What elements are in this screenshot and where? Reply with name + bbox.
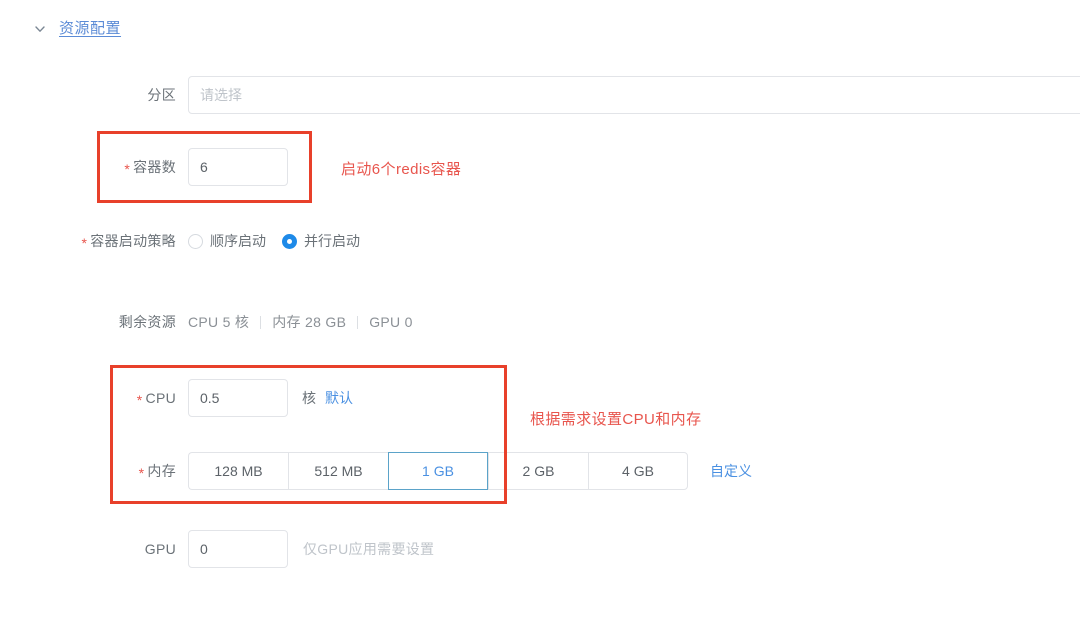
chevron-down-icon[interactable] (34, 23, 46, 35)
radio-option-sequential[interactable]: 顺序启动 (188, 231, 266, 251)
memory-option-512mb[interactable]: 512 MB (288, 452, 388, 490)
required-asterisk-container-count: * (124, 161, 131, 177)
form-row-remaining-resources: 剩余资源 CPU 5 核 内存 28 GB GPU 0 (30, 312, 413, 332)
cpu-label-text: CPU (145, 390, 176, 406)
memory-label-text: 内存 (147, 463, 176, 479)
cpu-unit-label: 核 (302, 390, 316, 406)
form-row-gpu: GPU 仅GPU应用需要设置 (30, 530, 434, 568)
partition-select-input[interactable] (188, 76, 1080, 114)
memory-option-2gb[interactable]: 2 GB (488, 452, 588, 490)
section-header-resource-config[interactable]: 资源配置 (34, 17, 121, 38)
memory-option-4gb[interactable]: 4 GB (588, 452, 688, 490)
memory-option-1gb[interactable]: 1 GB (388, 452, 488, 490)
form-row-memory: * 内存 128 MB 512 MB 1 GB 2 GB 4 GB 自定义 (30, 452, 752, 490)
start-policy-label-text: 容器启动策略 (90, 233, 176, 249)
cpu-input[interactable] (188, 379, 288, 417)
partition-label: 分区 (147, 87, 176, 103)
remaining-resources-values: CPU 5 核 内存 28 GB GPU 0 (188, 312, 413, 332)
start-policy-label: * 容器启动策略 (30, 231, 188, 251)
memory-segmented-group: 128 MB 512 MB 1 GB 2 GB 4 GB (188, 452, 688, 490)
radio-label-sequential: 顺序启动 (210, 233, 266, 249)
memory-custom-link[interactable]: 自定义 (710, 461, 752, 481)
remaining-memory: 内存 28 GB (272, 314, 347, 330)
container-count-label-text: 容器数 (133, 159, 176, 175)
annotation-text-container-count: 启动6个redis容器 (341, 161, 462, 178)
annotation-text-cpu-memory: 根据需求设置CPU和内存 (530, 411, 702, 428)
radio-dot-parallel[interactable] (282, 233, 297, 249)
radio-option-parallel[interactable]: 并行启动 (282, 231, 360, 251)
section-title[interactable]: 资源配置 (59, 17, 121, 38)
remaining-gpu: GPU 0 (369, 314, 413, 330)
cpu-label: * CPU (30, 390, 188, 408)
memory-option-128mb[interactable]: 128 MB (188, 452, 288, 490)
required-asterisk-memory: * (138, 465, 145, 481)
remaining-resources-label: 剩余资源 (118, 314, 176, 330)
form-row-partition: 分区 (30, 76, 1080, 114)
radio-dot-sequential[interactable] (188, 233, 203, 249)
separator-2 (357, 315, 359, 329)
gpu-input[interactable] (188, 530, 288, 568)
separator-1 (260, 315, 262, 329)
gpu-label: GPU (144, 541, 176, 557)
container-count-input[interactable] (188, 148, 288, 186)
container-count-label: * 容器数 (30, 157, 188, 177)
radio-label-parallel: 并行启动 (304, 233, 360, 249)
required-asterisk-start-policy: * (81, 235, 88, 251)
gpu-hint-text: 仅GPU应用需要设置 (303, 541, 435, 557)
memory-label: * 内存 (30, 461, 188, 481)
form-row-cpu: *CPU 核 默认 (30, 379, 353, 417)
remaining-cpu: CPU 5 核 (188, 314, 250, 330)
required-asterisk-cpu: * (136, 392, 143, 408)
start-policy-radio-group: 顺序启动 并行启动 (188, 231, 360, 251)
form-row-start-policy: * 容器启动策略 顺序启动 并行启动 (30, 231, 360, 251)
cpu-default-link[interactable]: 默认 (325, 388, 353, 408)
form-row-container-count: * 容器数 (30, 148, 288, 186)
